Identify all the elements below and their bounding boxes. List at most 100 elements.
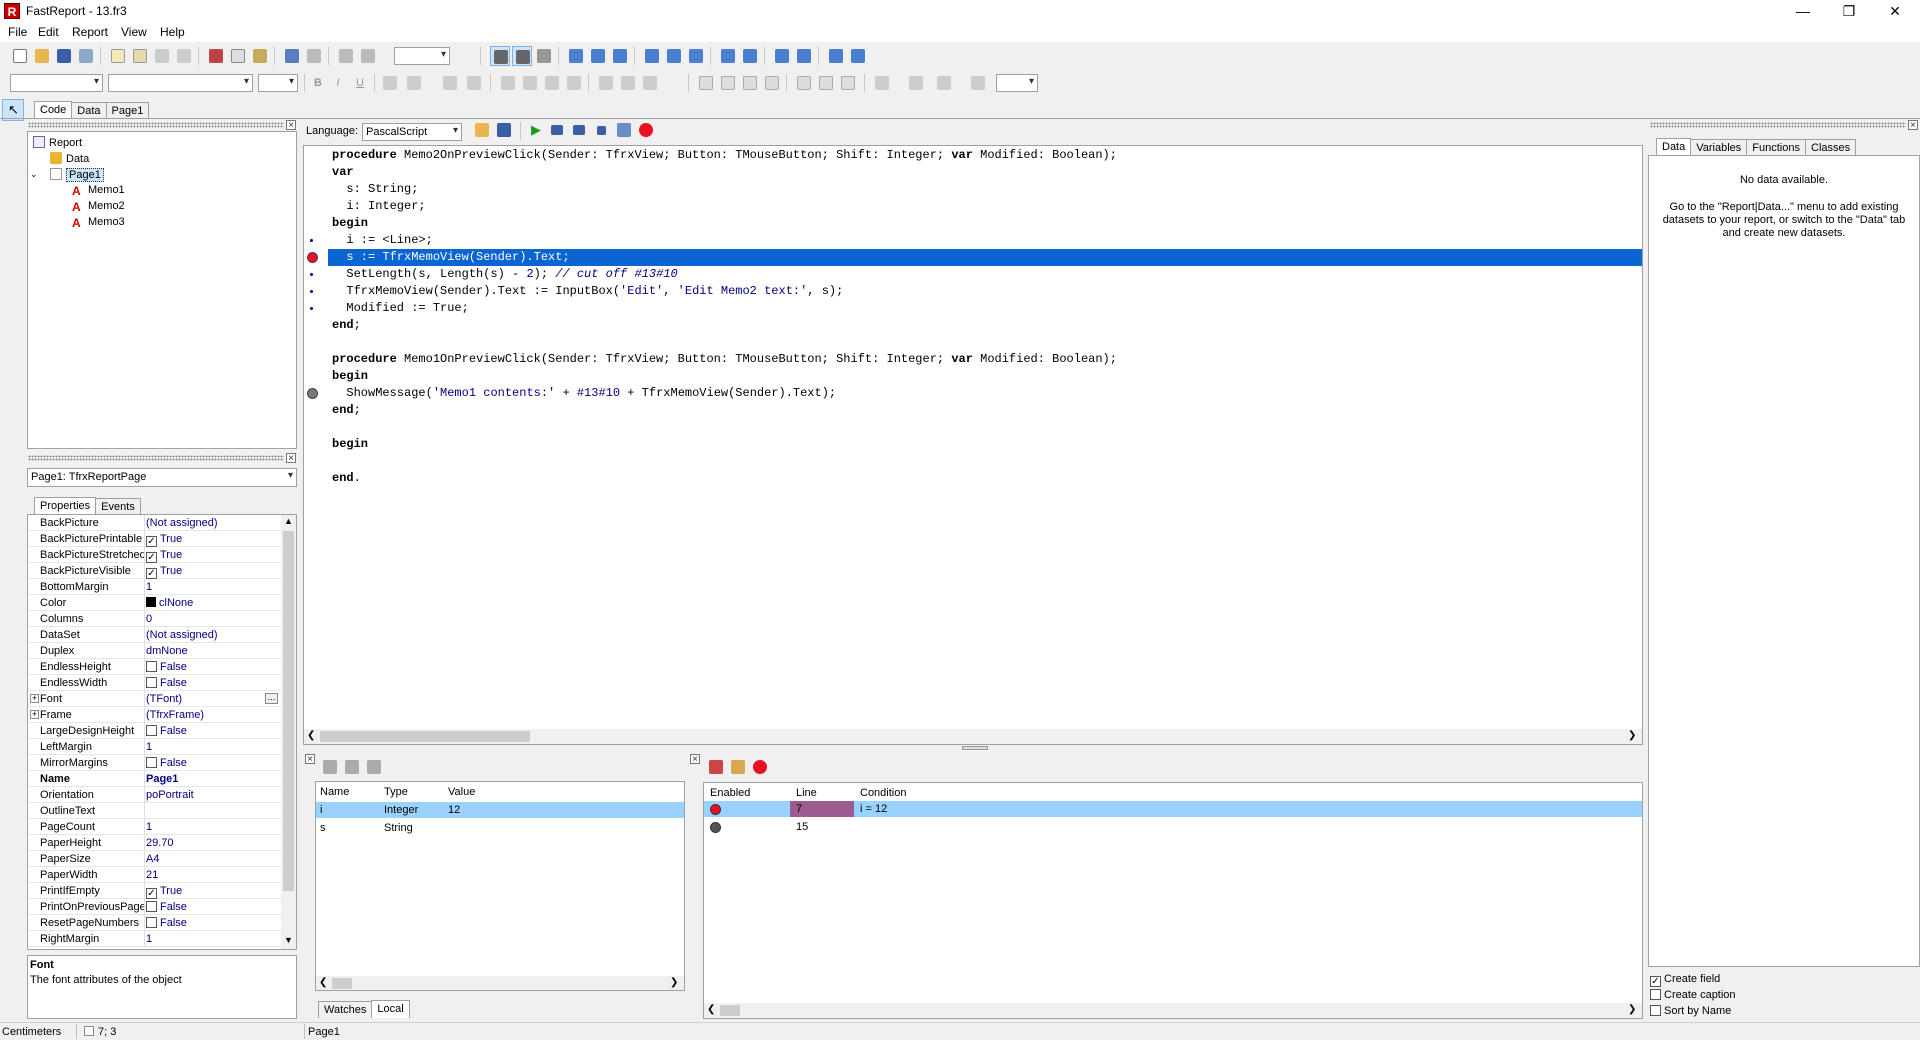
- code-line[interactable]: procedure Memo1OnPreviewClick(Sender: Tf…: [332, 351, 1117, 368]
- align-left-icon[interactable]: [566, 46, 586, 66]
- property-row[interactable]: PaperSize A4: [28, 851, 283, 867]
- tree-node-data[interactable]: Data: [50, 152, 89, 165]
- property-value[interactable]: ✓ True: [146, 885, 182, 899]
- property-value[interactable]: 1: [146, 933, 152, 945]
- code-line[interactable]: SetLength(s, Length(s) - 2); // cut off …: [332, 266, 677, 283]
- frame-color-icon[interactable]: [906, 73, 926, 93]
- menu-help[interactable]: Help: [160, 25, 185, 39]
- option-create-field[interactable]: ✓ Create field: [1650, 973, 1720, 987]
- text-align-center-icon[interactable]: [520, 73, 540, 93]
- checkbox-icon[interactable]: [146, 917, 157, 928]
- property-value[interactable]: A4: [146, 853, 159, 865]
- close-button[interactable]: ✕: [1872, 0, 1918, 22]
- property-row[interactable]: PrintOnPreviousPage False: [28, 899, 283, 915]
- watch-row[interactable]: i Integer 12: [316, 802, 684, 818]
- tree-node-page1[interactable]: Page1: [50, 168, 104, 182]
- checkbox-icon[interactable]: [146, 901, 157, 912]
- property-row[interactable]: + Frame (TfrxFrame): [28, 707, 283, 723]
- save-script-icon[interactable]: [494, 120, 514, 140]
- code-line[interactable]: begin: [332, 436, 368, 453]
- style-combo[interactable]: [10, 74, 103, 92]
- property-row[interactable]: BottomMargin 1: [28, 579, 283, 595]
- text-align-bottom-icon[interactable]: [640, 73, 660, 93]
- executable-line-marker[interactable]: [310, 239, 313, 242]
- tab-data-tree-data[interactable]: Data: [1656, 138, 1692, 156]
- property-value[interactable]: poPortrait: [146, 789, 194, 801]
- frame-bottom-icon[interactable]: [718, 73, 738, 93]
- run-script-icon[interactable]: ▶: [526, 120, 546, 140]
- tree-node-memo3[interactable]: A Memo3: [72, 216, 125, 229]
- font-name-combo[interactable]: [108, 74, 253, 92]
- property-row[interactable]: BackPictureStretched ✓ True: [28, 547, 283, 563]
- space-horizontal-icon[interactable]: [718, 46, 738, 66]
- property-value[interactable]: (TFont): [146, 693, 182, 705]
- evaluate-icon[interactable]: [614, 120, 634, 140]
- fill-color-icon[interactable]: [872, 73, 892, 93]
- code-line[interactable]: begin: [332, 368, 368, 385]
- tab-local[interactable]: Local: [371, 1000, 410, 1018]
- code-line[interactable]: end;: [332, 402, 361, 419]
- tab-code[interactable]: Code: [34, 101, 73, 119]
- space-vertical-icon[interactable]: [740, 46, 760, 66]
- font-size-combo[interactable]: [258, 74, 298, 92]
- property-row[interactable]: EndlessHeight False: [28, 659, 283, 675]
- object-selector-combo[interactable]: Page1: TfrxReportPage: [27, 468, 297, 487]
- property-row[interactable]: + Font (TFont)...: [28, 691, 283, 707]
- text-align-right-icon[interactable]: [542, 73, 562, 93]
- tab-classes[interactable]: Classes: [1805, 139, 1857, 156]
- checkbox-checked-icon[interactable]: ✓: [146, 888, 157, 899]
- property-row[interactable]: RightMargin 1: [28, 931, 283, 947]
- code-line[interactable]: s: String;: [332, 181, 418, 198]
- new-page-icon[interactable]: [108, 46, 128, 66]
- delete-breakpoint-icon[interactable]: [706, 757, 726, 777]
- frame-all-icon[interactable]: [794, 73, 814, 93]
- code-line[interactable]: procedure Memo2OnPreviewClick(Sender: Tf…: [332, 147, 1117, 164]
- align-right-icon[interactable]: [610, 46, 630, 66]
- code-line[interactable]: i := <Line>;: [332, 232, 432, 249]
- property-row[interactable]: PaperWidth 21: [28, 867, 283, 883]
- text-align-top-icon[interactable]: [596, 73, 616, 93]
- property-value[interactable]: clNone: [146, 597, 193, 609]
- open-icon[interactable]: [32, 46, 52, 66]
- italic-icon[interactable]: I: [328, 73, 348, 93]
- save-icon[interactable]: [54, 46, 74, 66]
- code-line[interactable]: s := TfrxMemoView(Sender).Text;: [332, 249, 569, 266]
- frame-right-icon[interactable]: [762, 73, 782, 93]
- properties-scrollbar[interactable]: ▲ ▼: [281, 515, 296, 949]
- tab-functions[interactable]: Functions: [1746, 139, 1806, 156]
- checkbox-checked-icon[interactable]: ✓: [146, 568, 157, 579]
- checkbox-checked-icon[interactable]: ✓: [146, 536, 157, 547]
- breakpoints-horizontal-scrollbar[interactable]: ❮ ❯: [704, 1003, 1642, 1018]
- checkbox-icon[interactable]: [146, 757, 157, 768]
- breakpoint-enabled-icon[interactable]: [710, 804, 721, 815]
- breakpoint-properties-icon[interactable]: [750, 757, 770, 777]
- property-value[interactable]: 29.70: [146, 837, 174, 849]
- breakpoint-enabled-icon[interactable]: [710, 822, 721, 833]
- property-row[interactable]: LeftMargin 1: [28, 739, 283, 755]
- property-row[interactable]: BackPictureVisible ✓ True: [28, 563, 283, 579]
- new-dialog-icon[interactable]: [130, 46, 150, 66]
- align-bottom-icon[interactable]: [686, 46, 706, 66]
- watches-close-icon[interactable]: ×: [305, 754, 315, 765]
- option-sort-by-name[interactable]: Sort by Name: [1650, 1005, 1731, 1017]
- code-editor[interactable]: procedure Memo2OnPreviewClick(Sender: Tf…: [303, 145, 1643, 745]
- text-justify-icon[interactable]: [564, 73, 584, 93]
- property-row[interactable]: BackPicturePrintable ✓ True: [28, 531, 283, 547]
- property-row[interactable]: Orientation poPortrait: [28, 787, 283, 803]
- data-tree-close-icon[interactable]: ×: [1908, 120, 1918, 131]
- rotation-icon[interactable]: [464, 73, 484, 93]
- font-color-icon[interactable]: [404, 73, 424, 93]
- expand-icon[interactable]: +: [30, 710, 39, 719]
- property-value[interactable]: False: [146, 901, 187, 913]
- stop-script-icon[interactable]: [592, 120, 612, 140]
- language-combo[interactable]: PascalScript: [362, 123, 462, 141]
- executable-line-marker[interactable]: [310, 273, 313, 276]
- edit-watch-icon[interactable]: [364, 757, 384, 777]
- property-value[interactable]: 1: [146, 741, 152, 753]
- property-value[interactable]: (Not assigned): [146, 629, 218, 641]
- property-value[interactable]: ✓ True: [146, 533, 182, 547]
- executable-line-marker[interactable]: [310, 290, 313, 293]
- property-value[interactable]: 1: [146, 821, 152, 833]
- tab-properties[interactable]: Properties: [34, 497, 97, 515]
- code-line[interactable]: Modified := True;: [332, 300, 468, 317]
